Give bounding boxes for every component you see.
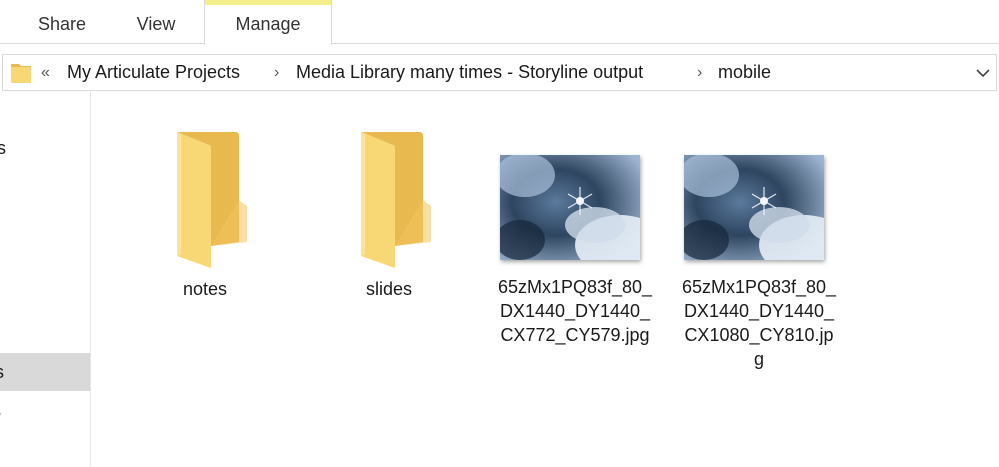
item-label-line: CX1080_CY810.jp xyxy=(684,325,834,345)
tab-manage-label: Manage xyxy=(235,14,301,34)
folder-item-slides[interactable]: slides xyxy=(314,128,464,301)
image-file-item[interactable]: 65zMx1PQ83f_80_ DX1440_DY1440_ CX1080_CY… xyxy=(674,155,844,395)
ribbon-tab-bar: Share View Manage xyxy=(0,0,999,45)
image-thumbnail xyxy=(500,155,640,260)
item-label-line: g xyxy=(753,349,764,369)
tab-share[interactable]: Share xyxy=(18,0,106,44)
item-label-line: 65zMx1PQ83f_80_ xyxy=(497,277,653,297)
tab-manage[interactable]: Manage xyxy=(204,0,332,45)
folder-icon xyxy=(361,132,431,268)
folder-icon xyxy=(11,64,31,83)
nav-item[interactable]: ls xyxy=(0,392,1,430)
nav-item-label: ts xyxy=(0,362,4,382)
navigation-pane: ss s ts ls xyxy=(0,92,91,467)
nav-item[interactable]: ss xyxy=(0,129,6,167)
item-label: notes xyxy=(182,279,228,299)
nav-item-selected[interactable]: ts xyxy=(0,353,90,391)
item-label-line: DX1440_DY1440_ xyxy=(683,301,835,321)
breadcrumb-media-library[interactable]: Media Library many times - Storyline out… xyxy=(296,55,643,90)
chevron-down-icon[interactable] xyxy=(974,64,992,82)
tab-view[interactable]: View xyxy=(112,0,200,44)
breadcrumb-separator-icon[interactable]: › xyxy=(697,55,702,90)
address-bar[interactable]: « My Articulate Projects › Media Library… xyxy=(2,54,997,91)
breadcrumb-my-articulate-projects[interactable]: My Articulate Projects xyxy=(67,55,240,90)
folder-icon xyxy=(177,132,247,268)
folder-item-notes[interactable]: notes xyxy=(130,128,280,301)
image-file-item[interactable]: 65zMx1PQ83f_80_ DX1440_DY1440_ CX772_CY5… xyxy=(490,155,660,375)
manage-tab-accent xyxy=(205,0,331,5)
item-label-line: CX772_CY579.jpg xyxy=(500,325,650,345)
item-label-line: 65zMx1PQ83f_80_ xyxy=(681,277,837,297)
item-label: 65zMx1PQ83f_80_ DX1440_DY1440_ CX1080_CY… xyxy=(674,275,844,371)
breadcrumb-mobile[interactable]: mobile xyxy=(718,55,771,90)
breadcrumb-separator-icon[interactable]: › xyxy=(274,55,279,90)
item-label: 65zMx1PQ83f_80_ DX1440_DY1440_ CX772_CY5… xyxy=(490,275,660,347)
image-thumbnail xyxy=(684,155,824,260)
item-label-line: DX1440_DY1440_ xyxy=(499,301,651,321)
overflow-chevron-icon[interactable]: « xyxy=(41,55,50,90)
item-label: slides xyxy=(365,279,413,299)
